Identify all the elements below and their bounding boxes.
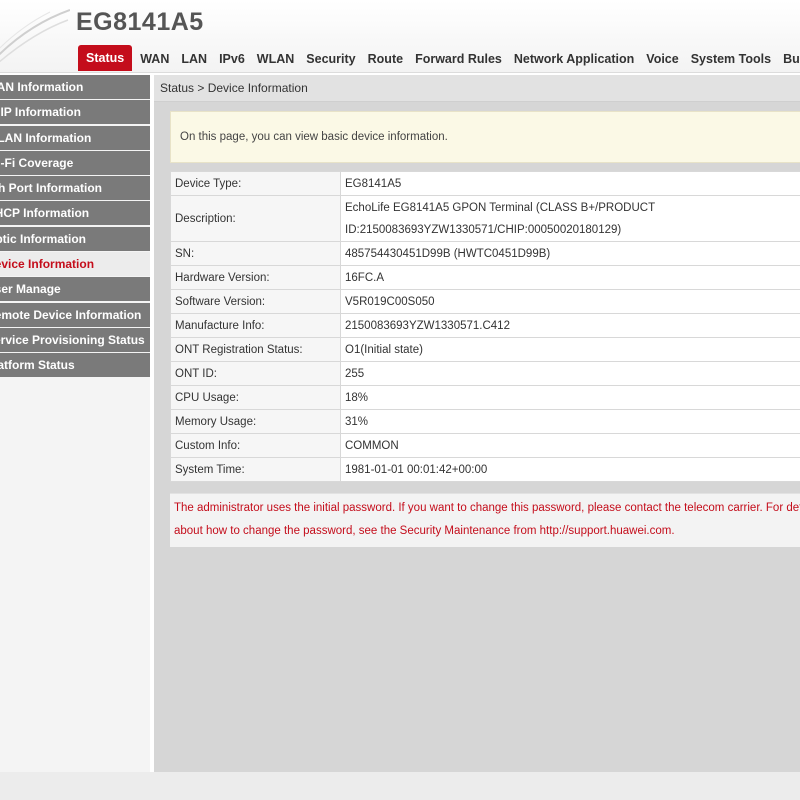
sidebar-item-service-provisioning-status[interactable]: Service Provisioning Status (0, 327, 150, 352)
tab-wlan[interactable]: WLAN (251, 47, 301, 71)
header: EG8141A5 Status WAN LAN IPv6 WLAN Securi… (0, 0, 800, 73)
sidebar-item-eth-port-information[interactable]: Eth Port Information (0, 176, 150, 201)
sidebar-item-optic-information[interactable]: Optic Information (0, 226, 150, 251)
table-row: Description: EchoLife EG8141A5 GPON Term… (170, 195, 800, 242)
password-warning: The administrator uses the initial passw… (170, 493, 800, 547)
tab-ipv6[interactable]: IPv6 (213, 47, 251, 71)
tab-status[interactable]: Status (78, 45, 133, 71)
main-content: Status > Device Information On this page… (154, 75, 800, 772)
tab-security[interactable]: Security (300, 47, 361, 71)
row-value: V5R019C00S050 (340, 289, 800, 314)
row-label: System Time: (170, 457, 341, 482)
warning-line-1: The administrator uses the initial passw… (174, 502, 800, 514)
row-value: 255 (340, 361, 800, 386)
warning-line-2: about how to change the password, see th… (174, 525, 675, 537)
row-value: EchoLife EG8141A5 GPON Terminal (CLASS B… (340, 195, 800, 242)
row-value: 18% (340, 385, 800, 410)
tab-lan[interactable]: LAN (175, 47, 213, 71)
row-value: 2150083693YZW1330571.C412 (340, 313, 800, 338)
table-row: Custom Info: COMMON (170, 433, 800, 458)
tab-route[interactable]: Route (362, 47, 409, 71)
tab-voice[interactable]: Voice (640, 47, 684, 71)
row-value: 1981-01-01 00:01:42+00:00 (340, 457, 800, 482)
row-label: Hardware Version: (170, 265, 341, 290)
table-row: Device Type: EG8141A5 (170, 171, 800, 196)
row-label: Description: (170, 195, 341, 242)
sidebar-item-device-information[interactable]: Device Information (0, 252, 150, 277)
row-label: Custom Info: (170, 433, 341, 458)
sidebar-item-dhcp-information[interactable]: DHCP Information (0, 201, 150, 226)
sidebar-item-voip-information[interactable]: VoIP Information (0, 100, 150, 125)
row-value: 31% (340, 409, 800, 434)
table-row: ONT Registration Status: O1(Initial stat… (170, 337, 800, 362)
tab-system-tools[interactable]: System Tools (685, 47, 777, 71)
footer (0, 772, 800, 800)
table-row: Memory Usage: 31% (170, 409, 800, 434)
brand-swoosh-icon (0, 6, 70, 72)
table-row: Manufacture Info: 2150083693YZW1330571.C… (170, 313, 800, 338)
sidebar-item-wlan-information[interactable]: WLAN Information (0, 125, 150, 150)
row-value: 16FC.A (340, 265, 800, 290)
tab-forward-rules[interactable]: Forward Rules (409, 47, 508, 71)
table-row: SN: 485754430451D99B (HWTC0451D99B) (170, 241, 800, 266)
page-description: On this page, you can view basic device … (170, 111, 800, 163)
sidebar-item-wan-information[interactable]: WAN Information (0, 75, 150, 99)
tab-bundle[interactable]: Bundle (777, 47, 800, 71)
top-nav-tabs: Status WAN LAN IPv6 WLAN Security Route … (78, 45, 800, 71)
tab-wan[interactable]: WAN (134, 47, 175, 71)
sidebar-item-remote-device-information[interactable]: Remote Device Information (0, 302, 150, 327)
product-title: EG8141A5 (76, 8, 204, 36)
row-value: COMMON (340, 433, 800, 458)
table-row: ONT ID: 255 (170, 361, 800, 386)
row-label: Device Type: (170, 171, 341, 196)
device-info-table: Device Type: EG8141A5 Description: EchoL… (170, 171, 800, 482)
table-row: CPU Usage: 18% (170, 385, 800, 410)
sidebar-item-platform-status[interactable]: Platform Status (0, 353, 150, 378)
row-label: Manufacture Info: (170, 313, 341, 338)
sidebar-item-user-manage[interactable]: User Manage (0, 277, 150, 302)
sidebar: WAN Information VoIP Information WLAN In… (0, 75, 150, 772)
row-label: Memory Usage: (170, 409, 341, 434)
row-label: SN: (170, 241, 341, 266)
row-label: ONT Registration Status: (170, 337, 341, 362)
breadcrumb: Status > Device Information (154, 75, 800, 102)
row-label: Software Version: (170, 289, 341, 314)
tab-network-application[interactable]: Network Application (508, 47, 640, 71)
table-row: Hardware Version: 16FC.A (170, 265, 800, 290)
row-label: CPU Usage: (170, 385, 341, 410)
row-value: EG8141A5 (340, 171, 800, 196)
table-row: System Time: 1981-01-01 00:01:42+00:00 (170, 457, 800, 482)
row-label: ONT ID: (170, 361, 341, 386)
sidebar-item-wifi-coverage[interactable]: Wi-Fi Coverage (0, 150, 150, 175)
row-value: O1(Initial state) (340, 337, 800, 362)
table-row: Software Version: V5R019C00S050 (170, 289, 800, 314)
row-value: 485754430451D99B (HWTC0451D99B) (340, 241, 800, 266)
